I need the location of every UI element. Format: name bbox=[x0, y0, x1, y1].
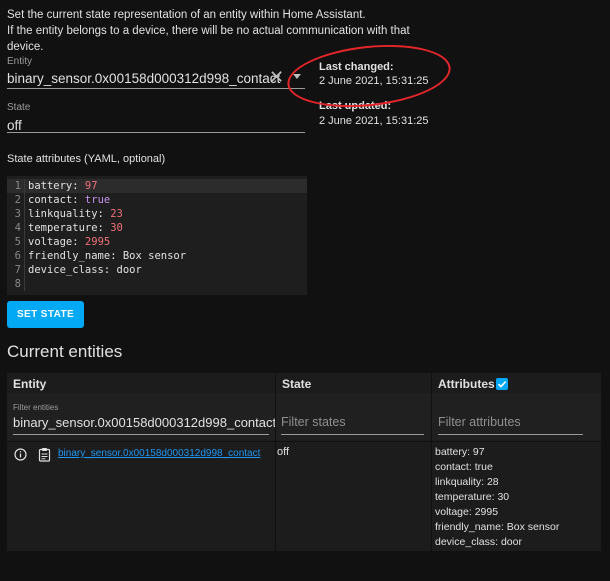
attribute-line: battery: 97 bbox=[435, 446, 485, 458]
filter-attributes-input[interactable]: Filter attributes bbox=[438, 393, 583, 439]
line-number: 8 bbox=[7, 277, 25, 291]
check-icon bbox=[497, 380, 507, 388]
editor-line[interactable]: 8 bbox=[7, 277, 307, 291]
attributes-label: State attributes (YAML, optional) bbox=[7, 153, 166, 165]
yaml-value: 2995 bbox=[84, 236, 111, 248]
col-header-attributes: Attributes bbox=[438, 377, 495, 391]
info-icon[interactable] bbox=[14, 448, 27, 464]
attribute-line: friendly_name: Box sensor bbox=[435, 521, 560, 533]
line-number: 6 bbox=[7, 249, 25, 263]
line-number: 4 bbox=[7, 221, 25, 235]
yaml-value: 97 bbox=[84, 180, 98, 192]
col-header-entity: Entity bbox=[13, 377, 47, 391]
yaml-key: temperature bbox=[28, 222, 98, 234]
filter-entities-input[interactable]: Filter entities binary_sensor.0x00158d00… bbox=[13, 393, 276, 439]
attribute-line: temperature: 30 bbox=[435, 491, 510, 503]
line-number: 3 bbox=[7, 207, 25, 221]
yaml-key: contact bbox=[28, 194, 73, 206]
yaml-key: battery bbox=[28, 180, 73, 192]
entity-field[interactable]: Entity binary_sensor.0x00158d000312d998_… bbox=[7, 56, 305, 89]
editor-line[interactable]: 3 linkquality: 23 bbox=[7, 207, 307, 221]
clear-icon[interactable]: ✕ bbox=[269, 68, 284, 86]
state-field-value[interactable]: off bbox=[7, 118, 22, 133]
row-attributes: battery: 97 contact: true linkquality: 28 t… bbox=[435, 445, 559, 550]
entities-table: Entity State Attributes Filter entities … bbox=[7, 373, 601, 551]
col-header-state: State bbox=[282, 377, 312, 391]
yaml-key: linkquality bbox=[28, 208, 98, 220]
filter-states-input[interactable]: Filter states bbox=[281, 393, 424, 439]
editor-line[interactable]: 6 friendly_name: Box sensor bbox=[7, 249, 307, 263]
intro-line-1: Set the current state representation of … bbox=[7, 9, 366, 21]
state-field-label: State bbox=[7, 102, 31, 113]
yaml-value: true bbox=[84, 194, 111, 206]
line-number: 2 bbox=[7, 193, 25, 207]
yaml-editor[interactable]: 1 battery: 97 2 contact: true 3 linkquality: … bbox=[7, 176, 307, 295]
yaml-key: voltage bbox=[28, 236, 73, 248]
editor-line[interactable]: 5 voltage: 2995 bbox=[7, 235, 307, 249]
filter-entities-label: Filter entities bbox=[13, 403, 59, 412]
entity-link[interactable]: binary_sensor.0x00158d000312d998_contact bbox=[58, 448, 260, 459]
yaml-key: friendly_name bbox=[28, 250, 111, 262]
set-state-button[interactable]: SET STATE bbox=[7, 301, 84, 328]
editor-line[interactable]: 2 contact: true bbox=[7, 193, 307, 207]
yaml-value: door bbox=[116, 264, 142, 276]
row-state: off bbox=[277, 446, 290, 458]
entity-field-label: Entity bbox=[7, 56, 33, 67]
last-updated-value: 2 June 2021, 15:31:25 bbox=[319, 115, 429, 127]
entity-field-value[interactable]: binary_sensor.0x00158d000312d998_contact bbox=[7, 71, 280, 86]
yaml-key: device_class bbox=[28, 264, 104, 276]
yaml-value: 30 bbox=[110, 222, 123, 234]
attribute-line: voltage: 2995 bbox=[435, 506, 499, 518]
yaml-value: 23 bbox=[110, 208, 123, 220]
attribute-line: contact: true bbox=[435, 461, 493, 473]
line-number: 5 bbox=[7, 235, 25, 249]
filter-row: Filter entities binary_sensor.0x00158d00… bbox=[7, 393, 601, 440]
attribute-line: linkquality: 28 bbox=[435, 476, 499, 488]
editor-line[interactable]: 4 temperature: 30 bbox=[7, 221, 307, 235]
attributes-checkbox[interactable] bbox=[496, 378, 508, 390]
filter-attributes-placeholder: Filter attributes bbox=[438, 415, 521, 429]
editor-line[interactable]: 7 device_class: door bbox=[7, 263, 307, 277]
line-number: 1 bbox=[7, 179, 25, 193]
editor-line[interactable]: 1 battery: 97 bbox=[7, 179, 307, 193]
current-entities-title: Current entities bbox=[7, 342, 123, 361]
line-number: 7 bbox=[7, 263, 25, 277]
state-field[interactable]: State off bbox=[7, 102, 305, 133]
filter-states-placeholder: Filter states bbox=[281, 415, 346, 429]
filter-entities-value[interactable]: binary_sensor.0x00158d000312d998_contact bbox=[13, 415, 276, 430]
attribute-line: device_class: door bbox=[435, 536, 522, 548]
yaml-value: Box sensor bbox=[122, 250, 187, 262]
clipboard-icon[interactable] bbox=[38, 447, 51, 465]
